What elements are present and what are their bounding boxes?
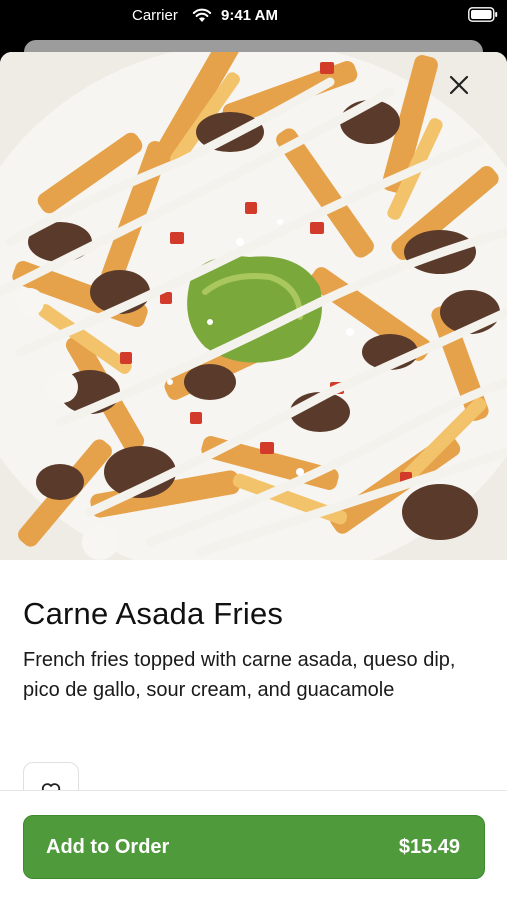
add-to-order-label: Add to Order <box>46 836 170 858</box>
carrier-label: Carrier <box>132 7 178 24</box>
battery-icon <box>468 7 498 22</box>
item-description: French fries topped with carne asada, qu… <box>23 649 456 701</box>
fries-illustration <box>0 52 507 560</box>
status-time: 9:41 AM <box>221 7 278 24</box>
item-detail-sheet: Carne Asada Fries French fries topped wi… <box>0 52 507 900</box>
add-to-order-button[interactable]: Add to Order $15.49 <box>23 815 485 879</box>
close-icon <box>449 75 469 95</box>
close-button[interactable] <box>448 74 488 114</box>
order-footer: Add to Order $15.49 <box>0 790 507 900</box>
item-price: $15.49 <box>398 836 460 858</box>
item-title: Carne Asada Fries <box>23 596 284 631</box>
wifi-icon <box>192 8 212 22</box>
item-photo <box>0 52 507 560</box>
status-bar: Carrier 9:41 AM <box>0 0 507 32</box>
